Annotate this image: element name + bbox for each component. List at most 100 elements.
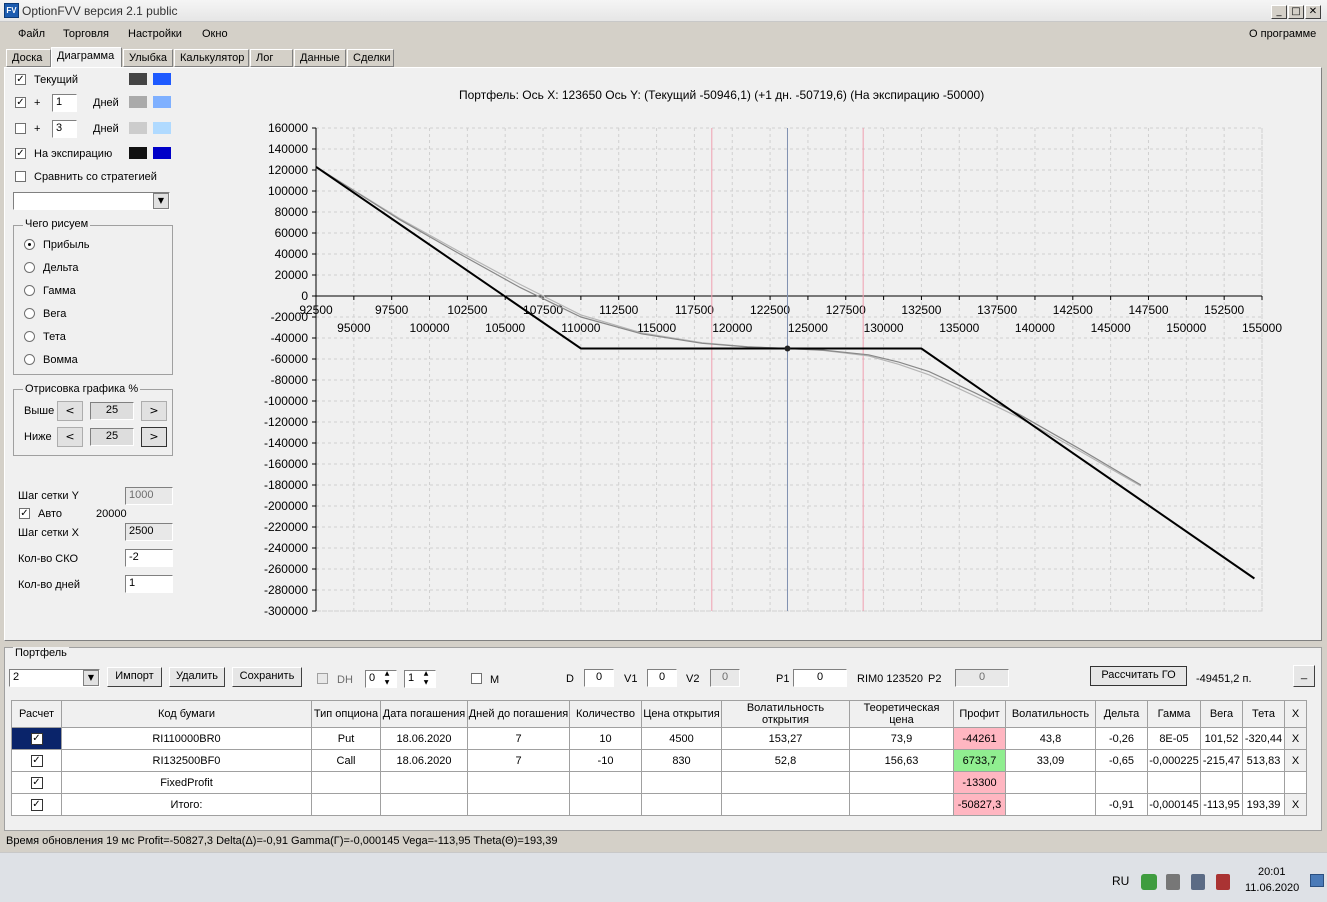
portfolio-minimize-button[interactable]: _	[1293, 665, 1315, 687]
table-cell	[721, 771, 850, 794]
table-cell	[467, 793, 570, 816]
table-cell	[569, 793, 642, 816]
y-tick-label: -300000	[264, 604, 308, 618]
calc-checkbox-cell[interactable]: ✓	[11, 771, 62, 794]
x-tick-label: 145000	[1091, 321, 1131, 335]
y-tick-label: -240000	[264, 541, 308, 555]
column-header[interactable]: X	[1284, 700, 1307, 728]
table-cell	[849, 771, 954, 794]
table-cell: 513,83	[1242, 749, 1285, 772]
p2-input: 0	[955, 669, 1009, 687]
column-header[interactable]: Профит	[953, 700, 1006, 728]
y-tick-label: 100000	[268, 184, 308, 198]
status-bar: Время обновления 19 мс Profit=-50827,3 D…	[6, 835, 558, 847]
table-cell: -215,47	[1200, 749, 1243, 772]
column-header[interactable]: Тип опциона	[311, 700, 381, 728]
save-button[interactable]: Сохранить	[232, 667, 302, 687]
table-cell: 10	[569, 727, 642, 750]
table-cell	[467, 771, 570, 794]
speaker-icon[interactable]	[1166, 874, 1180, 890]
calc-checkbox[interactable]: ✓	[30, 798, 43, 811]
column-header[interactable]: Теоретическая цена	[849, 700, 954, 728]
chevron-down-icon[interactable]: ▼	[83, 670, 99, 686]
table-cell	[1095, 771, 1148, 794]
p1-label: P1	[776, 673, 790, 685]
remove-row-button[interactable]	[1284, 771, 1307, 794]
column-header[interactable]: Тета	[1242, 700, 1285, 728]
column-header[interactable]: Код бумаги	[61, 700, 312, 728]
y-tick-label: -80000	[271, 373, 309, 387]
remove-row-button[interactable]: X	[1284, 727, 1307, 750]
column-header[interactable]: Вега	[1200, 700, 1243, 728]
payoff-chart[interactable]: 160000 140000 120000 100000 80000 60000 40000 2…	[0, 0, 1327, 645]
table-cell: -44261	[953, 727, 1006, 750]
column-header[interactable]: Цена открытия	[641, 700, 722, 728]
m-checkbox[interactable]	[471, 673, 482, 684]
column-header[interactable]: Дата погашения	[380, 700, 468, 728]
table-cell	[1147, 771, 1201, 794]
table-row[interactable]: ✓ Итого: -50827,3 -0,91 -0,000145 -113,95 193,…	[11, 793, 1307, 816]
column-header[interactable]: Дней до погашения	[467, 700, 570, 728]
remove-row-button[interactable]: X	[1284, 793, 1307, 816]
table-row[interactable]: ✓ RI110000BR0 Put 18.06.2020 7 10 4500 153,27 73…	[11, 727, 1307, 750]
y-tick-label: -280000	[264, 583, 308, 597]
shield-icon[interactable]	[1141, 874, 1157, 890]
v1-input[interactable]: 0	[647, 669, 677, 687]
x-tick-label: 122500	[750, 303, 790, 317]
table-cell: 101,52	[1200, 727, 1243, 750]
x-tick-label: 132500	[901, 303, 941, 317]
p2-label: P2	[928, 673, 942, 685]
remove-row-button[interactable]: X	[1284, 749, 1307, 772]
calc-checkbox[interactable]: ✓	[30, 732, 43, 745]
calc-checkbox[interactable]: ✓	[30, 754, 43, 767]
power-icon[interactable]	[1216, 874, 1230, 890]
table-row[interactable]: ✓ RI132500BF0 Call 18.06.2020 7 -10 830 52,8 156…	[11, 749, 1307, 772]
table-cell: 7	[467, 727, 570, 750]
table-cell	[1005, 771, 1096, 794]
p1-input[interactable]: 0	[793, 669, 847, 687]
column-header[interactable]: Волатильность	[1005, 700, 1096, 728]
x-tick-label: 105000	[485, 321, 525, 335]
y-tick-label: 80000	[275, 205, 309, 219]
x-tick-label: 120000	[712, 321, 752, 335]
x-tick-label: 117500	[675, 303, 714, 317]
d-input[interactable]: 0	[584, 669, 614, 687]
clock-date[interactable]: 11.06.2020	[1245, 882, 1299, 894]
table-cell: -320,44	[1242, 727, 1285, 750]
calc-go-button[interactable]: Рассчитать ГО	[1090, 666, 1187, 686]
table-row[interactable]: ✓ FixedProfit -13300	[11, 771, 1307, 794]
column-header[interactable]: Волатильность открытия	[721, 700, 850, 728]
spin-2-up-icon[interactable]: ▲	[419, 670, 433, 678]
show-desktop-icon[interactable]	[1310, 874, 1324, 887]
network-icon[interactable]	[1191, 874, 1205, 890]
calc-checkbox-cell[interactable]: ✓	[11, 793, 62, 816]
spin-2-down-icon[interactable]: ▼	[419, 679, 433, 687]
calc-checkbox-cell[interactable]: ✓	[11, 727, 62, 750]
table-cell: 33,09	[1005, 749, 1096, 772]
calc-checkbox[interactable]: ✓	[30, 776, 43, 789]
plot-area	[315, 127, 1263, 612]
calc-checkbox-cell[interactable]: ✓	[11, 749, 62, 772]
delete-button[interactable]: Удалить	[169, 667, 225, 687]
import-button[interactable]: Импорт	[107, 667, 162, 687]
column-header[interactable]: Количество	[569, 700, 642, 728]
column-header[interactable]: Гамма	[1147, 700, 1201, 728]
x-tick-label: 130000	[864, 321, 904, 335]
table-cell	[311, 793, 381, 816]
y-tick-label: -120000	[264, 415, 308, 429]
clock-time[interactable]: 20:01	[1258, 866, 1286, 878]
x-tick-label: 147500	[1128, 303, 1168, 317]
current-point-marker	[784, 345, 791, 352]
table-cell: 830	[641, 749, 722, 772]
y-tick-label: -60000	[271, 352, 309, 366]
v2-input: 0	[710, 669, 740, 687]
table-cell	[569, 771, 642, 794]
spin-1-up-icon[interactable]: ▲	[380, 670, 394, 678]
spin-1-down-icon[interactable]: ▼	[380, 679, 394, 687]
column-header[interactable]: Дельта	[1095, 700, 1148, 728]
v2-label: V2	[686, 673, 700, 685]
table-cell	[641, 771, 722, 794]
column-header[interactable]: Расчет	[11, 700, 62, 728]
dh-checkbox[interactable]	[317, 673, 328, 684]
language-indicator[interactable]: RU	[1112, 874, 1129, 888]
